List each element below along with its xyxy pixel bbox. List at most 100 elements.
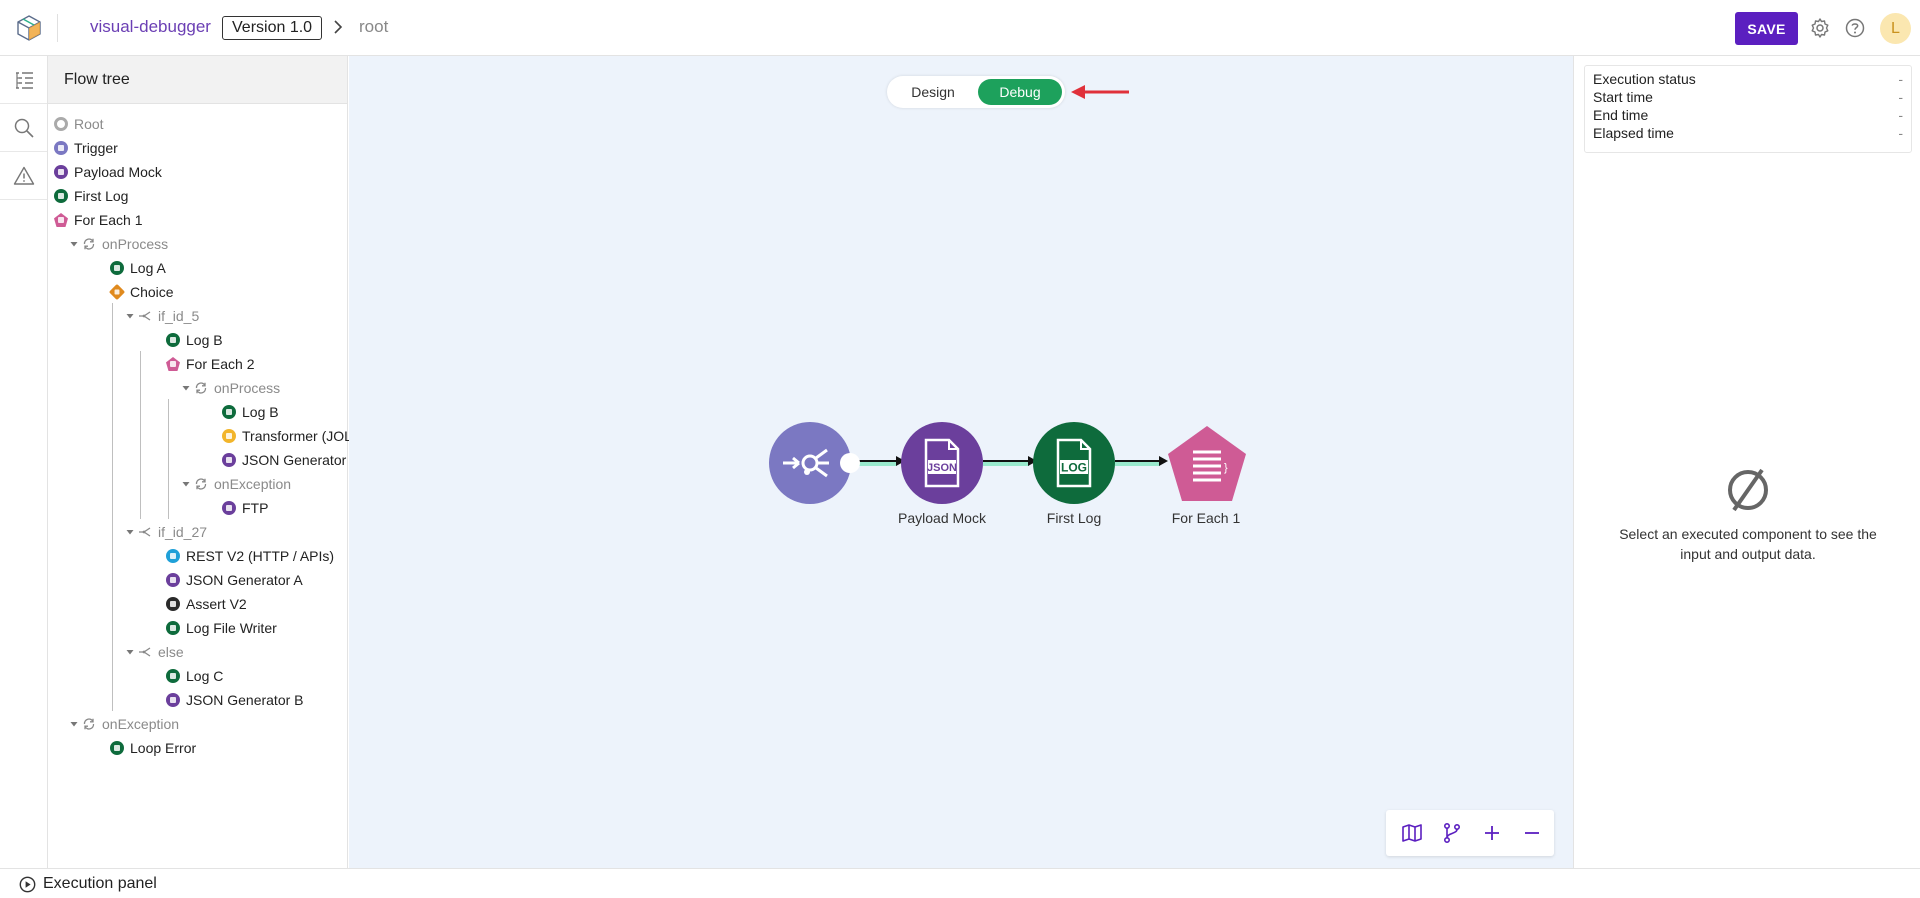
tree-item-label: if_id_5	[158, 308, 200, 324]
tree-item[interactable]: Root	[54, 113, 104, 135]
breadcrumb-root[interactable]: root	[359, 17, 388, 37]
tree-item[interactable]: Log A	[110, 257, 166, 279]
project-name-link[interactable]: visual-debugger	[90, 17, 211, 37]
node-for-each-1[interactable]: }	[1165, 422, 1249, 506]
tree-item[interactable]: JSON Generator A	[166, 569, 303, 591]
tree-item[interactable]: REST V2 (HTTP / APIs)	[166, 545, 334, 567]
empty-state-message: Select an executed component to see the …	[1619, 526, 1877, 562]
tree-item-label: onProcess	[102, 236, 169, 252]
caret-down-icon[interactable]	[69, 239, 79, 249]
loop-icon	[195, 478, 207, 490]
tree-item[interactable]: Payload Mock	[54, 161, 162, 183]
rail-warnings-button[interactable]	[0, 152, 47, 200]
flow-canvas[interactable]: Design Debug JSON LOG} Payload Mock Fir…	[349, 56, 1573, 868]
tree-item[interactable]: FTP	[222, 497, 268, 519]
tree-item[interactable]: Trigger	[54, 137, 118, 159]
execution-panel-bar[interactable]: Execution panel	[0, 868, 1920, 898]
tree-item-label: onException	[102, 716, 180, 732]
tree-item[interactable]: JSON Generator B	[166, 689, 304, 711]
caret-down-icon[interactable]	[181, 479, 191, 489]
tree-item[interactable]: Assert V2	[166, 593, 247, 615]
tree-item[interactable]: Loop Error	[110, 737, 196, 759]
tree-item[interactable]: onException	[181, 473, 291, 495]
design-mode-button[interactable]: Design	[893, 79, 973, 105]
tree-item-label: Payload Mock	[74, 164, 162, 180]
caret-down-icon[interactable]	[181, 383, 191, 393]
tree-item-label: onException	[214, 476, 292, 492]
log-component-icon	[110, 261, 124, 275]
tree-item-label: FTP	[242, 500, 269, 516]
tree-item[interactable]: Log File Writer	[166, 617, 277, 639]
tree-item[interactable]: Choice	[108, 281, 174, 303]
flow-tree-panel: Flow tree Root Trigger Payload Mock First L…	[48, 56, 364, 868]
tree-item[interactable]: Log B	[166, 329, 223, 351]
tree-item-label: JSON Generator A	[186, 572, 303, 588]
tree-item[interactable]: onProcess	[69, 233, 168, 255]
tree-item[interactable]: else	[125, 641, 184, 663]
stat-end-time: End time -	[1593, 107, 1903, 125]
trigger-icon	[783, 448, 829, 478]
left-rail	[0, 56, 48, 868]
json-file-icon: JSON	[924, 438, 960, 488]
log-component-icon	[166, 669, 180, 683]
tree-item[interactable]: onException	[69, 713, 179, 735]
json-component-icon	[166, 573, 180, 587]
caret-down-icon[interactable]	[125, 311, 135, 321]
stat-label: Start time	[1593, 89, 1653, 105]
gear-icon[interactable]	[1809, 17, 1831, 39]
execution-details-panel: Execution status - Start time - End time…	[1573, 56, 1920, 868]
chevron-right-icon	[334, 20, 343, 34]
tree-item[interactable]: For Each 2	[166, 353, 254, 375]
stat-elapsed-time: Elapsed time -	[1593, 125, 1903, 143]
user-avatar[interactable]: L	[1880, 13, 1911, 44]
tree-item[interactable]: Transformer (JOLT)	[222, 425, 364, 447]
tree-item-label: else	[158, 644, 184, 660]
caret-down-icon[interactable]	[125, 527, 135, 537]
tree-item-label: Transformer (JOLT)	[242, 428, 365, 444]
stat-value: -	[1898, 71, 1903, 87]
loop-icon	[83, 718, 95, 730]
trigger-component-icon	[54, 141, 68, 155]
tree-item[interactable]: JSON Generator	[222, 449, 346, 471]
for-each-icon: }	[1168, 426, 1246, 501]
stat-value: -	[1898, 107, 1903, 123]
tree-item-label: onProcess	[214, 380, 281, 396]
tree-item[interactable]: onProcess	[181, 377, 280, 399]
tree-item[interactable]: First Log	[54, 185, 128, 207]
zoom-in-icon[interactable]	[1480, 821, 1504, 845]
tree-item[interactable]: if_id_27	[125, 521, 207, 543]
tree-item-label: Assert V2	[186, 596, 247, 612]
node-payload-mock[interactable]: JSON	[901, 422, 983, 504]
log-file-icon: LOG	[1056, 438, 1092, 488]
tree-item[interactable]: if_id_5	[125, 305, 199, 327]
branch-icon[interactable]	[1440, 821, 1464, 845]
json-component-icon	[166, 693, 180, 707]
tree-item-label: For Each 2	[186, 356, 255, 372]
rail-search-button[interactable]	[0, 104, 47, 152]
caret-down-icon[interactable]	[125, 647, 135, 657]
version-selector[interactable]: Version 1.0	[222, 16, 323, 40]
tree-item-label: Choice	[130, 284, 174, 300]
debug-mode-button[interactable]: Debug	[978, 79, 1062, 105]
tree-item[interactable]: Log C	[166, 665, 223, 687]
tree-item[interactable]: For Each 1	[54, 209, 142, 231]
mode-toggle: Design Debug	[887, 76, 1065, 108]
tree-item[interactable]: Log B	[222, 401, 279, 423]
zoom-out-icon[interactable]	[1520, 821, 1544, 845]
map-icon[interactable]	[1400, 821, 1424, 845]
node-label-for-each-1: For Each 1	[1171, 510, 1241, 526]
node-first-log[interactable]: LOG	[1033, 422, 1115, 504]
app-logo-icon[interactable]	[14, 13, 44, 43]
rail-flow-tree-button[interactable]	[0, 56, 47, 104]
empty-set-icon	[1728, 468, 1768, 512]
caret-down-icon[interactable]	[69, 719, 79, 729]
json-badge-text: JSON	[927, 462, 957, 474]
top-header: visual-debugger Version 1.0 root SAVE L	[0, 0, 1920, 56]
save-button[interactable]: SAVE	[1735, 12, 1798, 45]
node-trigger[interactable]	[769, 422, 860, 504]
help-icon[interactable]	[1844, 17, 1866, 39]
assert-component-icon	[166, 597, 180, 611]
loop-icon	[195, 382, 207, 394]
tree-item-label: Trigger	[74, 140, 118, 156]
stat-value: -	[1898, 89, 1903, 105]
